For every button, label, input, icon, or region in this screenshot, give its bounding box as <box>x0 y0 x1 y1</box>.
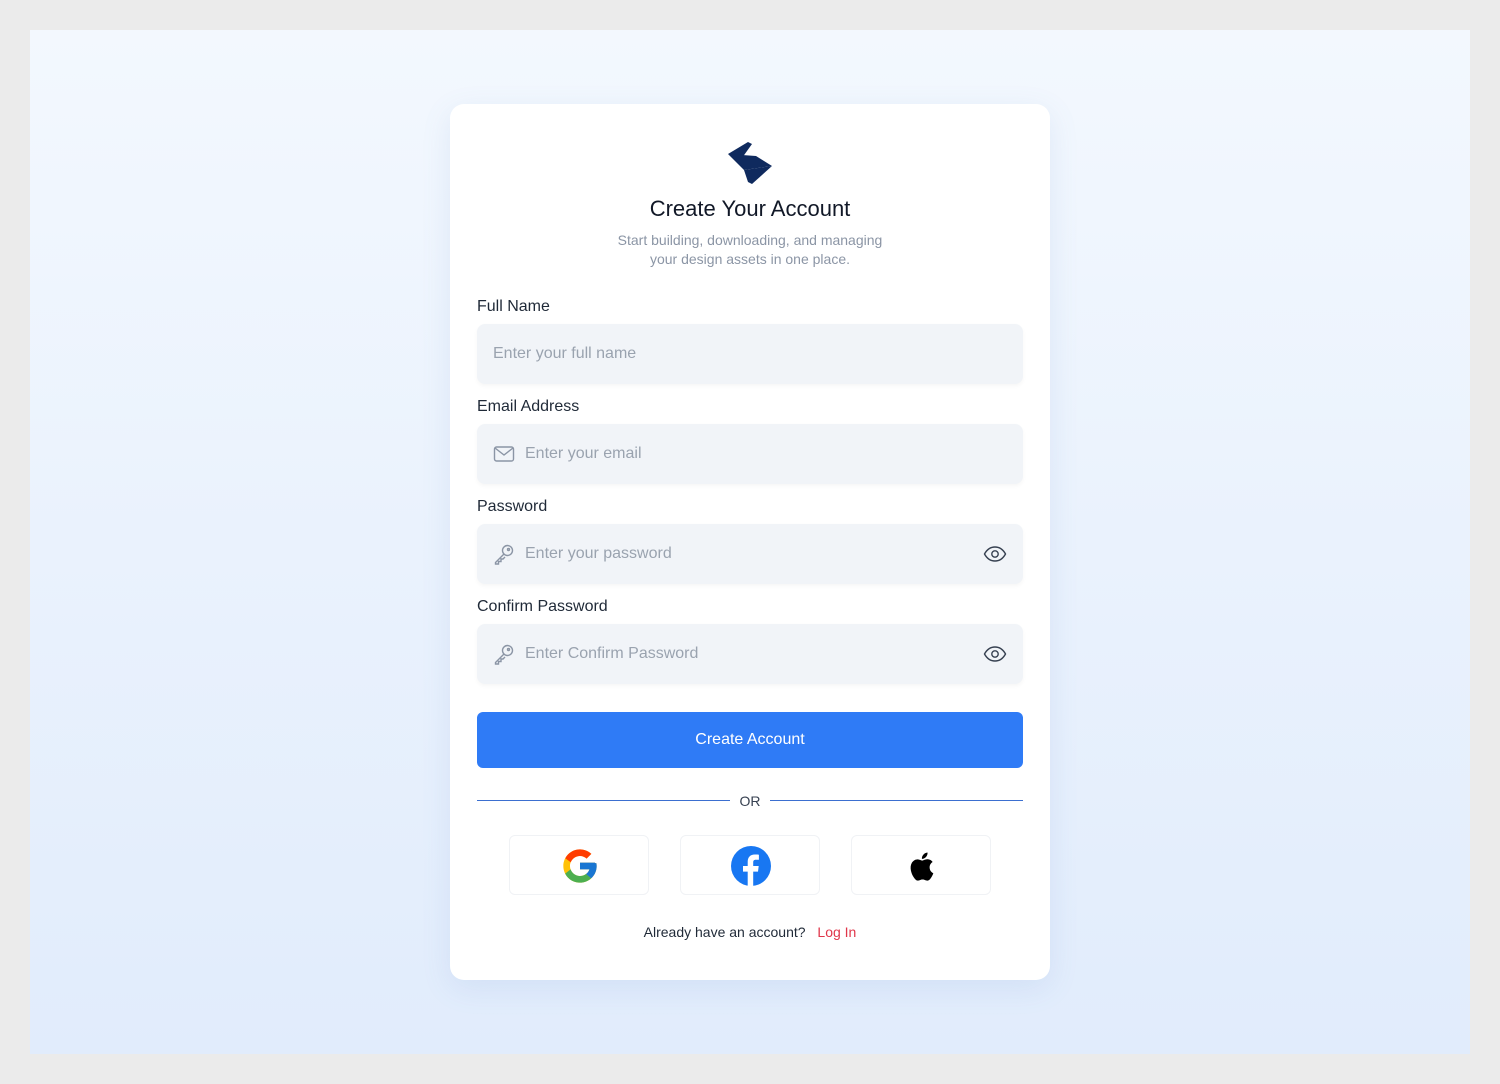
page-subtitle: Start building, downloading, and managin… <box>600 231 900 269</box>
brand-logo-icon <box>728 142 772 184</box>
page-title: Create Your Account <box>649 196 851 221</box>
subtitle-line-1: Start building, downloading, and managin… <box>617 232 883 248</box>
page-background: Create Your Account Start building, down… <box>30 30 1470 1054</box>
confirm-password-label: Confirm Password <box>477 598 608 615</box>
subtitle-line-2: your design assets in one place. <box>649 251 850 267</box>
google-icon <box>563 849 597 883</box>
email-field[interactable] <box>477 424 1023 484</box>
full-name-input[interactable] <box>493 324 1003 384</box>
login-prompt-text: Already have an account? <box>643 924 806 940</box>
or-divider-label: OR <box>739 793 761 809</box>
signup-card: Create Your Account Start building, down… <box>450 104 1050 980</box>
full-name-field[interactable] <box>477 324 1023 384</box>
full-name-label: Full Name <box>477 298 550 315</box>
password-input[interactable] <box>525 524 965 584</box>
eye-icon[interactable] <box>983 543 1007 565</box>
divider-line-right <box>770 800 1023 801</box>
mail-icon <box>493 446 515 462</box>
login-link[interactable]: Log In <box>817 924 856 940</box>
password-label: Password <box>477 498 548 515</box>
confirm-password-field[interactable] <box>477 624 1023 684</box>
facebook-icon <box>731 846 771 886</box>
apple-signin-button[interactable] <box>851 835 991 895</box>
key-icon <box>494 644 514 665</box>
confirm-password-input[interactable] <box>525 624 965 684</box>
create-account-button[interactable]: Create Account <box>477 712 1023 768</box>
email-label: Email Address <box>477 398 580 415</box>
key-icon <box>494 544 514 565</box>
login-prompt: Already have an account? Log In <box>450 924 1050 940</box>
eye-icon[interactable] <box>983 643 1007 665</box>
password-field[interactable] <box>477 524 1023 584</box>
email-input[interactable] <box>525 424 1005 484</box>
google-signin-button[interactable] <box>509 835 649 895</box>
apple-icon <box>910 852 934 881</box>
facebook-signin-button[interactable] <box>680 835 820 895</box>
divider-line-left <box>477 800 730 801</box>
